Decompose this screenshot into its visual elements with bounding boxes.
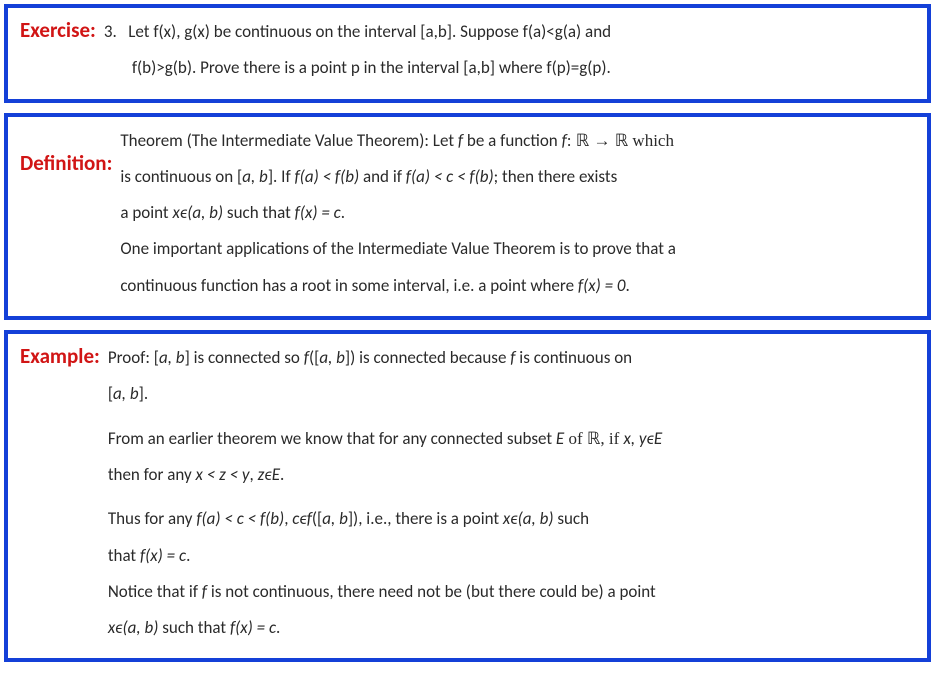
definition-line-3: a point xϵ(a, b) such that f(x) = c. (120, 197, 915, 229)
definition-content: Theorem (The Intermediate Value Theorem)… (120, 123, 915, 306)
example-p3-line1: Thus for any f(a) < c < f(b), cϵf([a, b]… (108, 503, 915, 535)
example-label: Example: (20, 340, 100, 371)
example-box: Example: Proof: [a, b] is connected so f… (4, 330, 931, 662)
definition-line-5: continuous function has a root in some i… (120, 270, 915, 302)
example-p3-line2: that f(x) = c. (108, 540, 915, 572)
example-p2-line1: From an earlier theorem we know that for… (108, 423, 915, 455)
exercise-line-1: 3. Let f(x), g(x) be continuous on the i… (104, 16, 915, 48)
example-p2-line2: then for any x < z < y, zϵE. (108, 459, 915, 491)
exercise-line-2: f(b)>g(b). Prove there is a point p in t… (104, 52, 915, 84)
exercise-label: Exercise: (20, 14, 96, 45)
example-content: Proof: [a, b] is connected so f([a, b]) … (108, 340, 915, 648)
example-p4-line2: xϵ(a, b) such that f(x) = c. (108, 612, 915, 644)
definition-label: Definition: (20, 123, 112, 178)
exercise-box: Exercise: 3. Let f(x), g(x) be continuou… (4, 4, 931, 103)
definition-line-1: Theorem (The Intermediate Value Theorem)… (120, 125, 915, 157)
example-p4-line1: Notice that if f is not continuous, ther… (108, 576, 915, 608)
example-p1-line1: Proof: [a, b] is connected so f([a, b]) … (108, 342, 915, 374)
definition-box: Definition: Theorem (The Intermediate Va… (4, 113, 931, 320)
exercise-number: 3. (104, 21, 117, 42)
definition-line-4: One important applications of the Interm… (120, 233, 915, 265)
exercise-text-1: Let f(x), g(x) be continuous on the inte… (128, 21, 611, 42)
example-p1-line2: [a, b]. (108, 378, 915, 410)
definition-line-2: is continuous on [a, b]. If f(a) < f(b) … (120, 161, 915, 193)
exercise-content: 3. Let f(x), g(x) be continuous on the i… (104, 14, 915, 89)
